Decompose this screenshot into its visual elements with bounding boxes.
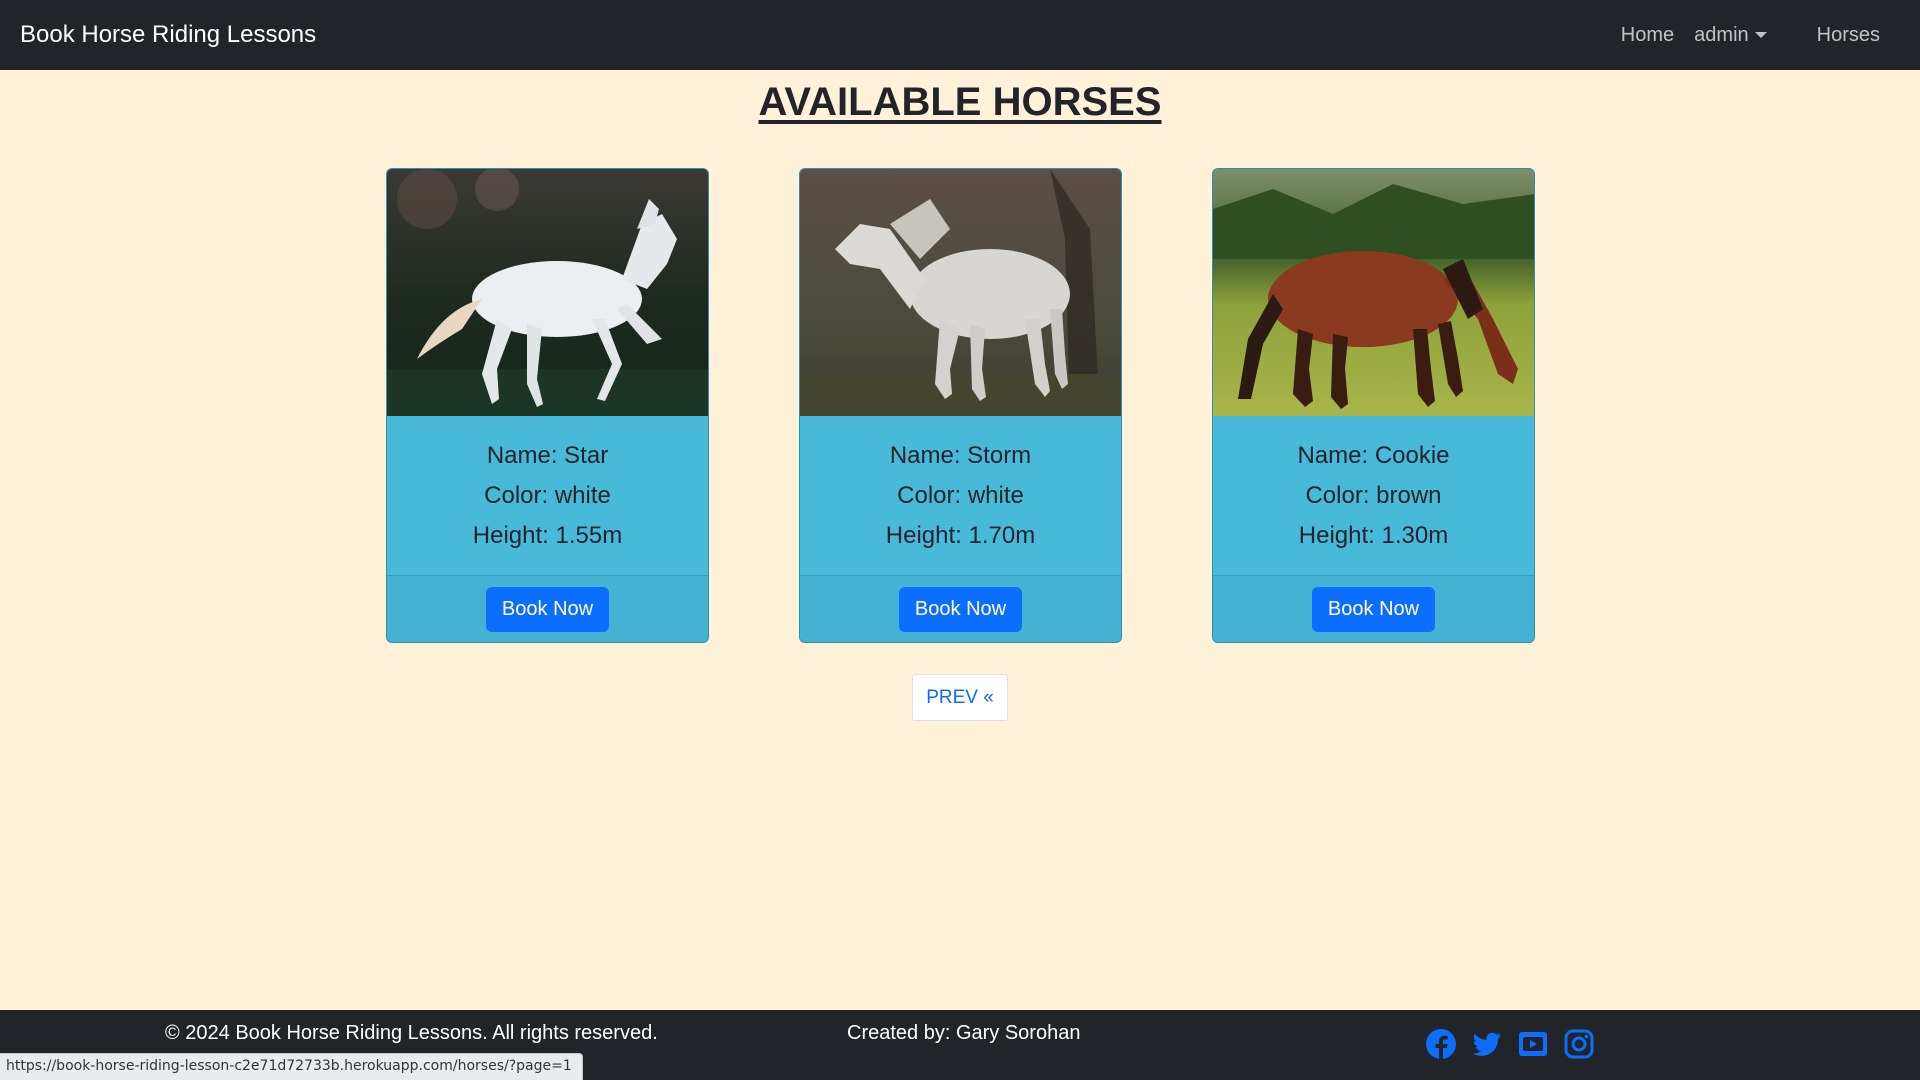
prev-page-button[interactable]: PREV « bbox=[912, 674, 1008, 721]
social-links bbox=[1425, 1028, 1595, 1060]
nav-links: Home admin Horses bbox=[1621, 0, 1900, 70]
horse-name: Name: Star bbox=[486, 441, 609, 469]
horse-card-list: Name: Star Color: white Height: 1.55m Bo… bbox=[386, 168, 1535, 643]
brand-link[interactable]: Book Horse Riding Lessons bbox=[20, 21, 316, 49]
card-footer: Book Now bbox=[800, 575, 1121, 642]
horse-name: Name: Storm bbox=[889, 441, 1032, 469]
horse-color: Color: brown bbox=[1305, 481, 1442, 509]
facebook-icon[interactable] bbox=[1425, 1028, 1457, 1060]
horse-color: Color: white bbox=[897, 481, 1024, 509]
horse-height: Height: 1.30m bbox=[1298, 521, 1449, 549]
book-now-button[interactable]: Book Now bbox=[1311, 586, 1436, 632]
nav-admin-label: admin bbox=[1694, 23, 1749, 46]
page-title: AVAILABLE HORSES bbox=[758, 80, 1162, 124]
horse-card: Name: Star Color: white Height: 1.55m Bo… bbox=[386, 168, 709, 643]
horse-card: Name: Storm Color: white Height: 1.70m B… bbox=[799, 168, 1122, 643]
youtube-icon[interactable] bbox=[1517, 1028, 1549, 1060]
horse-card: Name: Cookie Color: brown Height: 1.30m … bbox=[1212, 168, 1535, 643]
horse-height: Height: 1.70m bbox=[885, 521, 1036, 549]
navbar: Book Horse Riding Lessons Home admin Hor… bbox=[0, 0, 1920, 70]
horse-image-storm bbox=[800, 169, 1121, 416]
chevron-down-icon bbox=[1754, 32, 1767, 38]
horse-height: Height: 1.55m bbox=[472, 521, 623, 549]
horse-details: Name: Star Color: white Height: 1.55m bbox=[387, 416, 708, 575]
horse-image-star bbox=[387, 169, 708, 416]
horse-details: Name: Storm Color: white Height: 1.70m bbox=[800, 416, 1121, 575]
horse-color: Color: white bbox=[484, 481, 611, 509]
book-now-button[interactable]: Book Now bbox=[898, 586, 1023, 632]
footer-copyright: © 2024 Book Horse Riding Lessons. All ri… bbox=[165, 1022, 658, 1044]
book-now-button[interactable]: Book Now bbox=[485, 586, 610, 632]
instagram-icon[interactable] bbox=[1563, 1028, 1595, 1060]
twitter-icon[interactable] bbox=[1471, 1028, 1503, 1060]
horse-details: Name: Cookie Color: brown Height: 1.30m bbox=[1213, 416, 1534, 575]
status-bar-url: https://book-horse-riding-lesson-c2e71d7… bbox=[0, 1053, 583, 1080]
horse-name: Name: Cookie bbox=[1297, 441, 1450, 469]
footer-credit: Created by: Gary Sorohan bbox=[847, 1022, 1081, 1044]
card-footer: Book Now bbox=[1213, 575, 1534, 642]
nav-horses-link[interactable]: Horses bbox=[1817, 24, 1880, 47]
nav-admin-dropdown[interactable]: admin bbox=[1694, 23, 1767, 47]
card-footer: Book Now bbox=[387, 575, 708, 642]
horse-image-cookie bbox=[1213, 169, 1534, 416]
nav-home-link[interactable]: Home bbox=[1621, 24, 1674, 47]
